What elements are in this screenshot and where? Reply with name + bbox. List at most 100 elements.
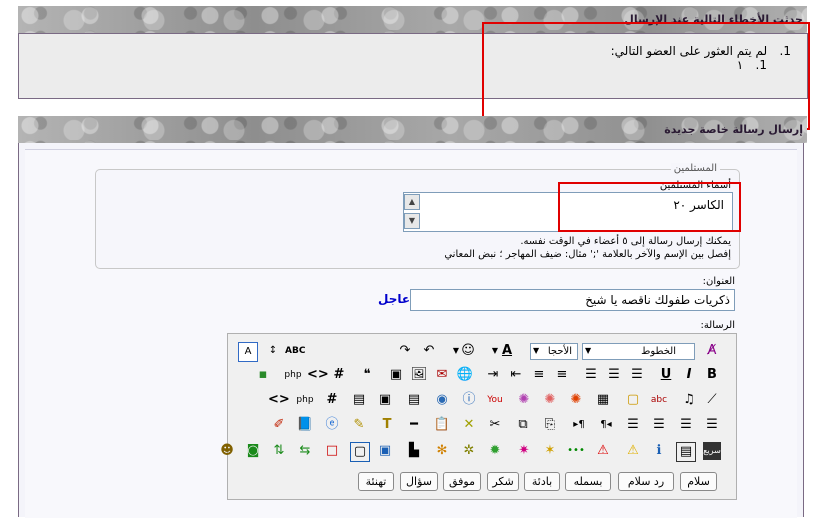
shadow-icon[interactable]: ✺: [541, 391, 559, 409]
recipients-scroll-up[interactable]: ▲: [404, 194, 420, 210]
delete-icon[interactable]: ✕: [460, 416, 478, 434]
quick-btn-good-luck[interactable]: موفق: [443, 472, 481, 491]
warning-yellow-icon[interactable]: ⚠: [624, 442, 642, 460]
quick-btn-question[interactable]: سؤال: [400, 472, 438, 491]
php-icon[interactable]: php: [284, 366, 302, 384]
logo-icon[interactable]: سريع: [703, 442, 721, 460]
image-icon[interactable]: 🖼: [410, 366, 428, 384]
font-select[interactable]: الخطوط ▼: [582, 343, 695, 360]
chevron-down-icon[interactable]: ▼: [447, 342, 465, 360]
spellcheck-icon[interactable]: ABC: [285, 342, 305, 360]
link-icon[interactable]: 🌐: [456, 366, 474, 384]
glitter-icon[interactable]: ✻: [433, 442, 451, 460]
pen-icon[interactable]: ✐: [270, 416, 288, 434]
outdent-icon[interactable]: ⇤: [507, 366, 525, 384]
paste-word-icon[interactable]: ⎘: [541, 416, 559, 434]
ie-icon[interactable]: ⓔ: [323, 416, 341, 434]
image-upload-icon[interactable]: ▣: [387, 366, 405, 384]
notes-icon[interactable]: ▤: [676, 442, 696, 462]
email-icon[interactable]: ✉: [433, 366, 451, 384]
star-icon[interactable]: ✷: [515, 442, 533, 460]
switch-mode-icon[interactable]: A: [238, 342, 258, 362]
align-left-icon[interactable]: ☰: [624, 416, 642, 434]
strike-icon[interactable]: abc: [650, 391, 668, 409]
resize-icon[interactable]: ↕: [264, 342, 282, 360]
copy-icon[interactable]: ⧉: [514, 416, 532, 434]
book-icon[interactable]: 📘: [296, 416, 314, 434]
horizontal-rule-icon[interactable]: ⟋: [703, 391, 721, 409]
indent-icon[interactable]: ⇥: [484, 366, 502, 384]
error-highlight-box: [482, 22, 810, 130]
document-icon[interactable]: ▤: [350, 391, 368, 409]
align-right-icon[interactable]: ☰: [677, 416, 695, 434]
php-icon[interactable]: php: [296, 391, 314, 409]
firework-icon[interactable]: ✲: [460, 442, 478, 460]
undo-icon[interactable]: ↶: [420, 342, 438, 360]
media-icon[interactable]: ◉: [433, 391, 451, 409]
recipients-help-1: يمكنك إرسال رسالة إلى ٥ أعضاء في الوقت ن…: [520, 236, 731, 247]
cut-icon[interactable]: ✂: [486, 416, 504, 434]
urgent-label[interactable]: عاجل: [378, 292, 410, 306]
title-input[interactable]: ذكريات طفولك ناقصه يا شيخ: [410, 289, 735, 311]
bold-icon[interactable]: B: [703, 366, 721, 384]
info-circle-icon[interactable]: ℹ: [650, 442, 668, 460]
box-icon[interactable]: ▢: [350, 442, 370, 462]
youtube-icon[interactable]: You: [486, 391, 504, 409]
burst-icon[interactable]: ✹: [486, 442, 504, 460]
highlight-icon[interactable]: ✎: [350, 416, 368, 434]
title-value: ذكريات طفولك ناقصه يا شيخ: [585, 293, 730, 307]
paste-icon[interactable]: 📋: [433, 416, 451, 434]
quick-btn-basmala[interactable]: بسمله: [565, 472, 611, 491]
text-icon[interactable]: T: [378, 416, 396, 434]
glow-icon[interactable]: ✺: [567, 391, 585, 409]
rtl-icon[interactable]: ¶◂: [597, 416, 615, 434]
hash-icon[interactable]: #: [323, 391, 341, 409]
align-left-icon[interactable]: ☰: [628, 366, 646, 384]
code-icon[interactable]: <>: [307, 366, 329, 384]
align-right-icon[interactable]: ☰: [582, 366, 600, 384]
rainbow-icon[interactable]: ✺: [515, 391, 533, 409]
ltr-icon[interactable]: ▸¶: [570, 416, 588, 434]
quick-btn-thanks[interactable]: شكر: [487, 472, 519, 491]
arabic-logo-icon[interactable]: ◙: [244, 442, 262, 460]
warning-red-icon[interactable]: ⚠: [594, 442, 612, 460]
quick-btn-salam[interactable]: سلام: [680, 472, 717, 491]
code-icon[interactable]: <>: [268, 391, 290, 409]
screen-icon[interactable]: ▣: [376, 442, 394, 460]
swap-icon[interactable]: ⇆: [296, 442, 314, 460]
dots-icon[interactable]: •••: [567, 442, 585, 460]
quick-btn-prefix[interactable]: بادئة: [524, 472, 560, 491]
separator-icon[interactable]: ━: [405, 416, 423, 434]
sound-icon[interactable]: ♫: [680, 391, 698, 409]
sparkle-icon[interactable]: ✶: [541, 442, 559, 460]
italic-icon[interactable]: I: [680, 366, 698, 384]
table-icon[interactable]: ▦: [594, 391, 612, 409]
quote-icon[interactable]: ❝: [358, 366, 376, 384]
quick-btn-congrats[interactable]: تهنئة: [358, 472, 394, 491]
picture-icon[interactable]: ▣: [376, 391, 394, 409]
chevron-down-icon: ▼: [585, 346, 592, 355]
underline-icon[interactable]: U: [657, 366, 675, 384]
font-select-label: الخطوط: [641, 346, 676, 357]
hash-icon[interactable]: #: [330, 366, 348, 384]
justify-icon[interactable]: ☰: [703, 416, 721, 434]
chevron-down-icon[interactable]: ▼: [486, 342, 504, 360]
quick-btn-reply-salam[interactable]: رد سلام: [618, 472, 674, 491]
frame-icon[interactable]: ▢: [624, 391, 642, 409]
redo-icon[interactable]: ↷: [396, 342, 414, 360]
flash-icon[interactable]: ▪: [254, 366, 272, 384]
align-center-icon[interactable]: ☰: [650, 416, 668, 434]
user-icon[interactable]: ☻: [218, 442, 236, 460]
recipients-scroll-down[interactable]: ▼: [404, 213, 420, 229]
updown-icon[interactable]: ⇅: [270, 442, 288, 460]
remove-format-icon[interactable]: A̸: [703, 342, 721, 360]
info-icon[interactable]: ⓘ: [460, 391, 478, 409]
align-center-icon[interactable]: ☰: [605, 366, 623, 384]
ordered-list-icon[interactable]: ≡: [553, 366, 571, 384]
gallery-icon[interactable]: ▤: [405, 391, 423, 409]
unordered-list-icon[interactable]: ≡: [530, 366, 548, 384]
box-red-icon[interactable]: □: [323, 442, 341, 460]
recipient-highlight-box: [558, 182, 741, 232]
size-select[interactable]: الأحجا ▼: [530, 343, 578, 360]
hand-icon[interactable]: ▙: [405, 442, 423, 460]
